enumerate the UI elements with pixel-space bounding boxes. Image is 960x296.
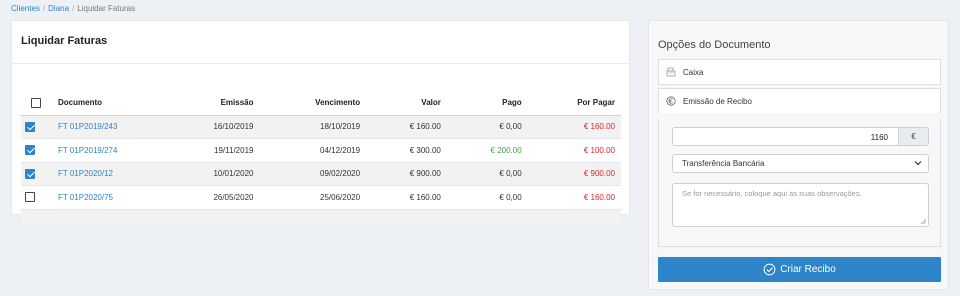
col-documento: Documento (52, 91, 162, 116)
invoice-link[interactable]: FT 01P2019/243 (52, 115, 162, 139)
emissao-cell: 16/10/2019 (162, 115, 260, 139)
pago-cell: € 200.00 (446, 138, 528, 163)
vencimento-cell: 09/02/2020 (259, 162, 367, 186)
table-row: FT 01P2020/75 26/05/2020 25/06/2020 € 16… (21, 185, 621, 210)
recibo-body: 1160 € Transferência Bancária Se for nec… (658, 119, 941, 247)
breadcrumb-diana[interactable]: Diana (48, 4, 69, 13)
invoices-table: Documento Emissão Vencimento Valor Pago … (21, 91, 621, 227)
por-pagar-cell: € 160.00 (527, 115, 621, 139)
col-vencimento: Vencimento (259, 91, 367, 116)
recibo-panel[interactable]: Emissão de Recibo (658, 88, 941, 113)
row-checkbox[interactable] (25, 192, 35, 203)
resize-grip-icon[interactable] (920, 218, 926, 224)
valor-cell: € 160.00 (366, 185, 447, 210)
caixa-header[interactable]: Caixa (659, 60, 940, 84)
recibo-header[interactable]: Emissão de Recibo (659, 89, 940, 113)
breadcrumb: Clientes / Diana / Liquidar Faturas (11, 4, 135, 13)
por-pagar-cell: € 160.00 (527, 185, 621, 210)
document-options-panel: Opções do Documento Caixa Emissão de Rec… (648, 20, 949, 290)
pago-cell: € 0,00 (446, 185, 528, 210)
table-row: FT 01P2019/243 16/10/2019 18/10/2019 € 1… (21, 115, 621, 139)
currency-addon: € (898, 128, 928, 145)
invoice-link[interactable]: FT 01P2020/12 (52, 162, 162, 186)
pago-cell: € 0,00 (446, 115, 528, 139)
emissao-cell: 19/11/2019 (162, 138, 260, 163)
emissao-cell: 10/01/2020 (162, 162, 260, 186)
divider (12, 63, 629, 64)
caixa-label: Caixa (683, 67, 704, 77)
table-header-row: Documento Emissão Vencimento Valor Pago … (21, 91, 621, 116)
payment-method-value: Transferência Bancária (682, 159, 765, 168)
notes-textarea[interactable]: Se for necessário, coloque aqui as suas … (672, 183, 929, 227)
check-circle-icon (763, 263, 776, 276)
row-checkbox-cell (21, 115, 52, 139)
row-checkbox-cell (21, 162, 52, 186)
breadcrumb-separator: / (42, 4, 46, 13)
col-por-pagar: Por Pagar (527, 91, 621, 116)
caixa-panel[interactable]: Caixa (658, 59, 941, 85)
vencimento-cell: 18/10/2019 (259, 115, 367, 139)
table-footer-row (21, 209, 621, 227)
row-checkbox[interactable] (25, 121, 35, 132)
options-title: Opções do Documento (658, 39, 771, 51)
invoice-link[interactable]: FT 01P2019/274 (52, 138, 162, 163)
vencimento-cell: 04/12/2019 (259, 138, 367, 163)
table-footer-cell (21, 209, 621, 227)
amount-value: 1160 (870, 133, 888, 142)
row-checkbox[interactable] (25, 168, 35, 179)
create-receipt-button[interactable]: Criar Recibo (658, 257, 941, 282)
invoices-card: Liquidar Faturas Documento Emissão Venci… (11, 20, 630, 227)
col-emissao: Emissão (162, 91, 260, 116)
valor-cell: € 300.00 (366, 138, 447, 163)
table-row: FT 01P2020/12 10/01/2020 09/02/2020 € 90… (21, 162, 621, 186)
valor-cell: € 900.00 (366, 162, 447, 186)
vencimento-cell: 25/06/2020 (259, 185, 367, 210)
row-checkbox[interactable] (25, 145, 35, 156)
row-checkbox-cell (21, 185, 52, 210)
euro-circle-icon (666, 96, 676, 106)
row-checkbox-cell (21, 138, 52, 163)
table-row: FT 01P2019/274 19/11/2019 04/12/2019 € 3… (21, 138, 621, 163)
col-pago: Pago (446, 91, 528, 116)
por-pagar-cell: € 100.00 (527, 138, 621, 163)
create-receipt-label: Criar Recibo (780, 264, 836, 275)
amount-field[interactable]: 1160 € (672, 127, 929, 146)
page-title: Liquidar Faturas (21, 35, 108, 47)
recibo-label: Emissão de Recibo (683, 96, 752, 106)
col-valor: Valor (366, 91, 447, 116)
select-all-cell (21, 91, 52, 116)
valor-cell: € 160.00 (366, 115, 447, 139)
breadcrumb-clientes[interactable]: Clientes (11, 4, 40, 13)
breadcrumb-separator: / (72, 4, 75, 13)
chevron-down-icon (914, 161, 922, 166)
invoice-link[interactable]: FT 01P2020/75 (52, 185, 162, 210)
pago-cell: € 0,00 (446, 162, 528, 186)
breadcrumb-current: Liquidar Faturas (77, 4, 136, 13)
emissao-cell: 26/05/2020 (162, 185, 260, 210)
payment-method-select[interactable]: Transferência Bancária (672, 154, 929, 173)
cash-register-icon (666, 67, 676, 77)
notes-placeholder: Se for necessário, coloque aqui as suas … (682, 189, 862, 198)
select-all-checkbox[interactable] (30, 97, 41, 108)
por-pagar-cell: € 900.00 (527, 162, 621, 186)
